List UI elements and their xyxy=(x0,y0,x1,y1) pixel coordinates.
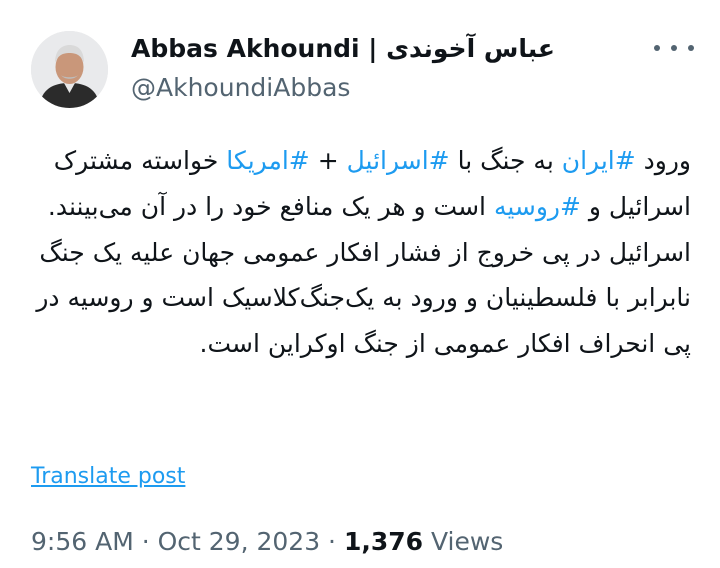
tweet-card: Abbas Akhoundi | عباس آخوندی @AkhoundiAb… xyxy=(0,0,720,568)
tweet-text: ورود #ایران به جنگ با #اسرائیل + #امریکا… xyxy=(36,138,691,367)
hashtag-link[interactable]: #ایران xyxy=(562,146,636,175)
hashtag-link[interactable]: #امریکا xyxy=(226,146,309,175)
author-handle[interactable]: @AkhoundiAbbas xyxy=(131,73,350,102)
tweet-text-segment: به جنگ با xyxy=(449,146,562,175)
tweet-meta: 9:56 AM · Oct 29, 2023 · 1,376 Views xyxy=(31,527,503,556)
views-label: Views xyxy=(423,527,504,556)
meta-separator: · xyxy=(320,527,344,556)
hashtag-link[interactable]: #روسیه xyxy=(494,192,581,221)
avatar-portrait-icon xyxy=(31,31,108,108)
tweet-paragraph-1: ورود #ایران به جنگ با #اسرائیل + #امریکا… xyxy=(36,138,691,230)
tweet-date[interactable]: Oct 29, 2023 xyxy=(158,527,321,556)
tweet-text-segment: است و هر یک منافع خود را در آن می‌بینند. xyxy=(47,191,494,221)
tweet-time[interactable]: 9:56 AM xyxy=(31,527,134,556)
tweet-text-segment: + xyxy=(309,146,347,175)
avatar[interactable] xyxy=(31,31,108,108)
views-count: 1,376 xyxy=(343,527,424,556)
meta-separator: · xyxy=(133,527,158,556)
tweet-text-segment: ورود xyxy=(635,146,691,175)
tweet-paragraph-2: اسرائیل در پی خروج از فشار افکار عمومی ج… xyxy=(36,237,691,359)
hashtag-link[interactable]: #اسرائیل xyxy=(347,146,450,175)
author-display-name[interactable]: Abbas Akhoundi | عباس آخوندی xyxy=(131,34,555,63)
translate-post-link[interactable]: Translate post xyxy=(31,464,185,489)
more-options-icon[interactable] xyxy=(654,38,694,58)
